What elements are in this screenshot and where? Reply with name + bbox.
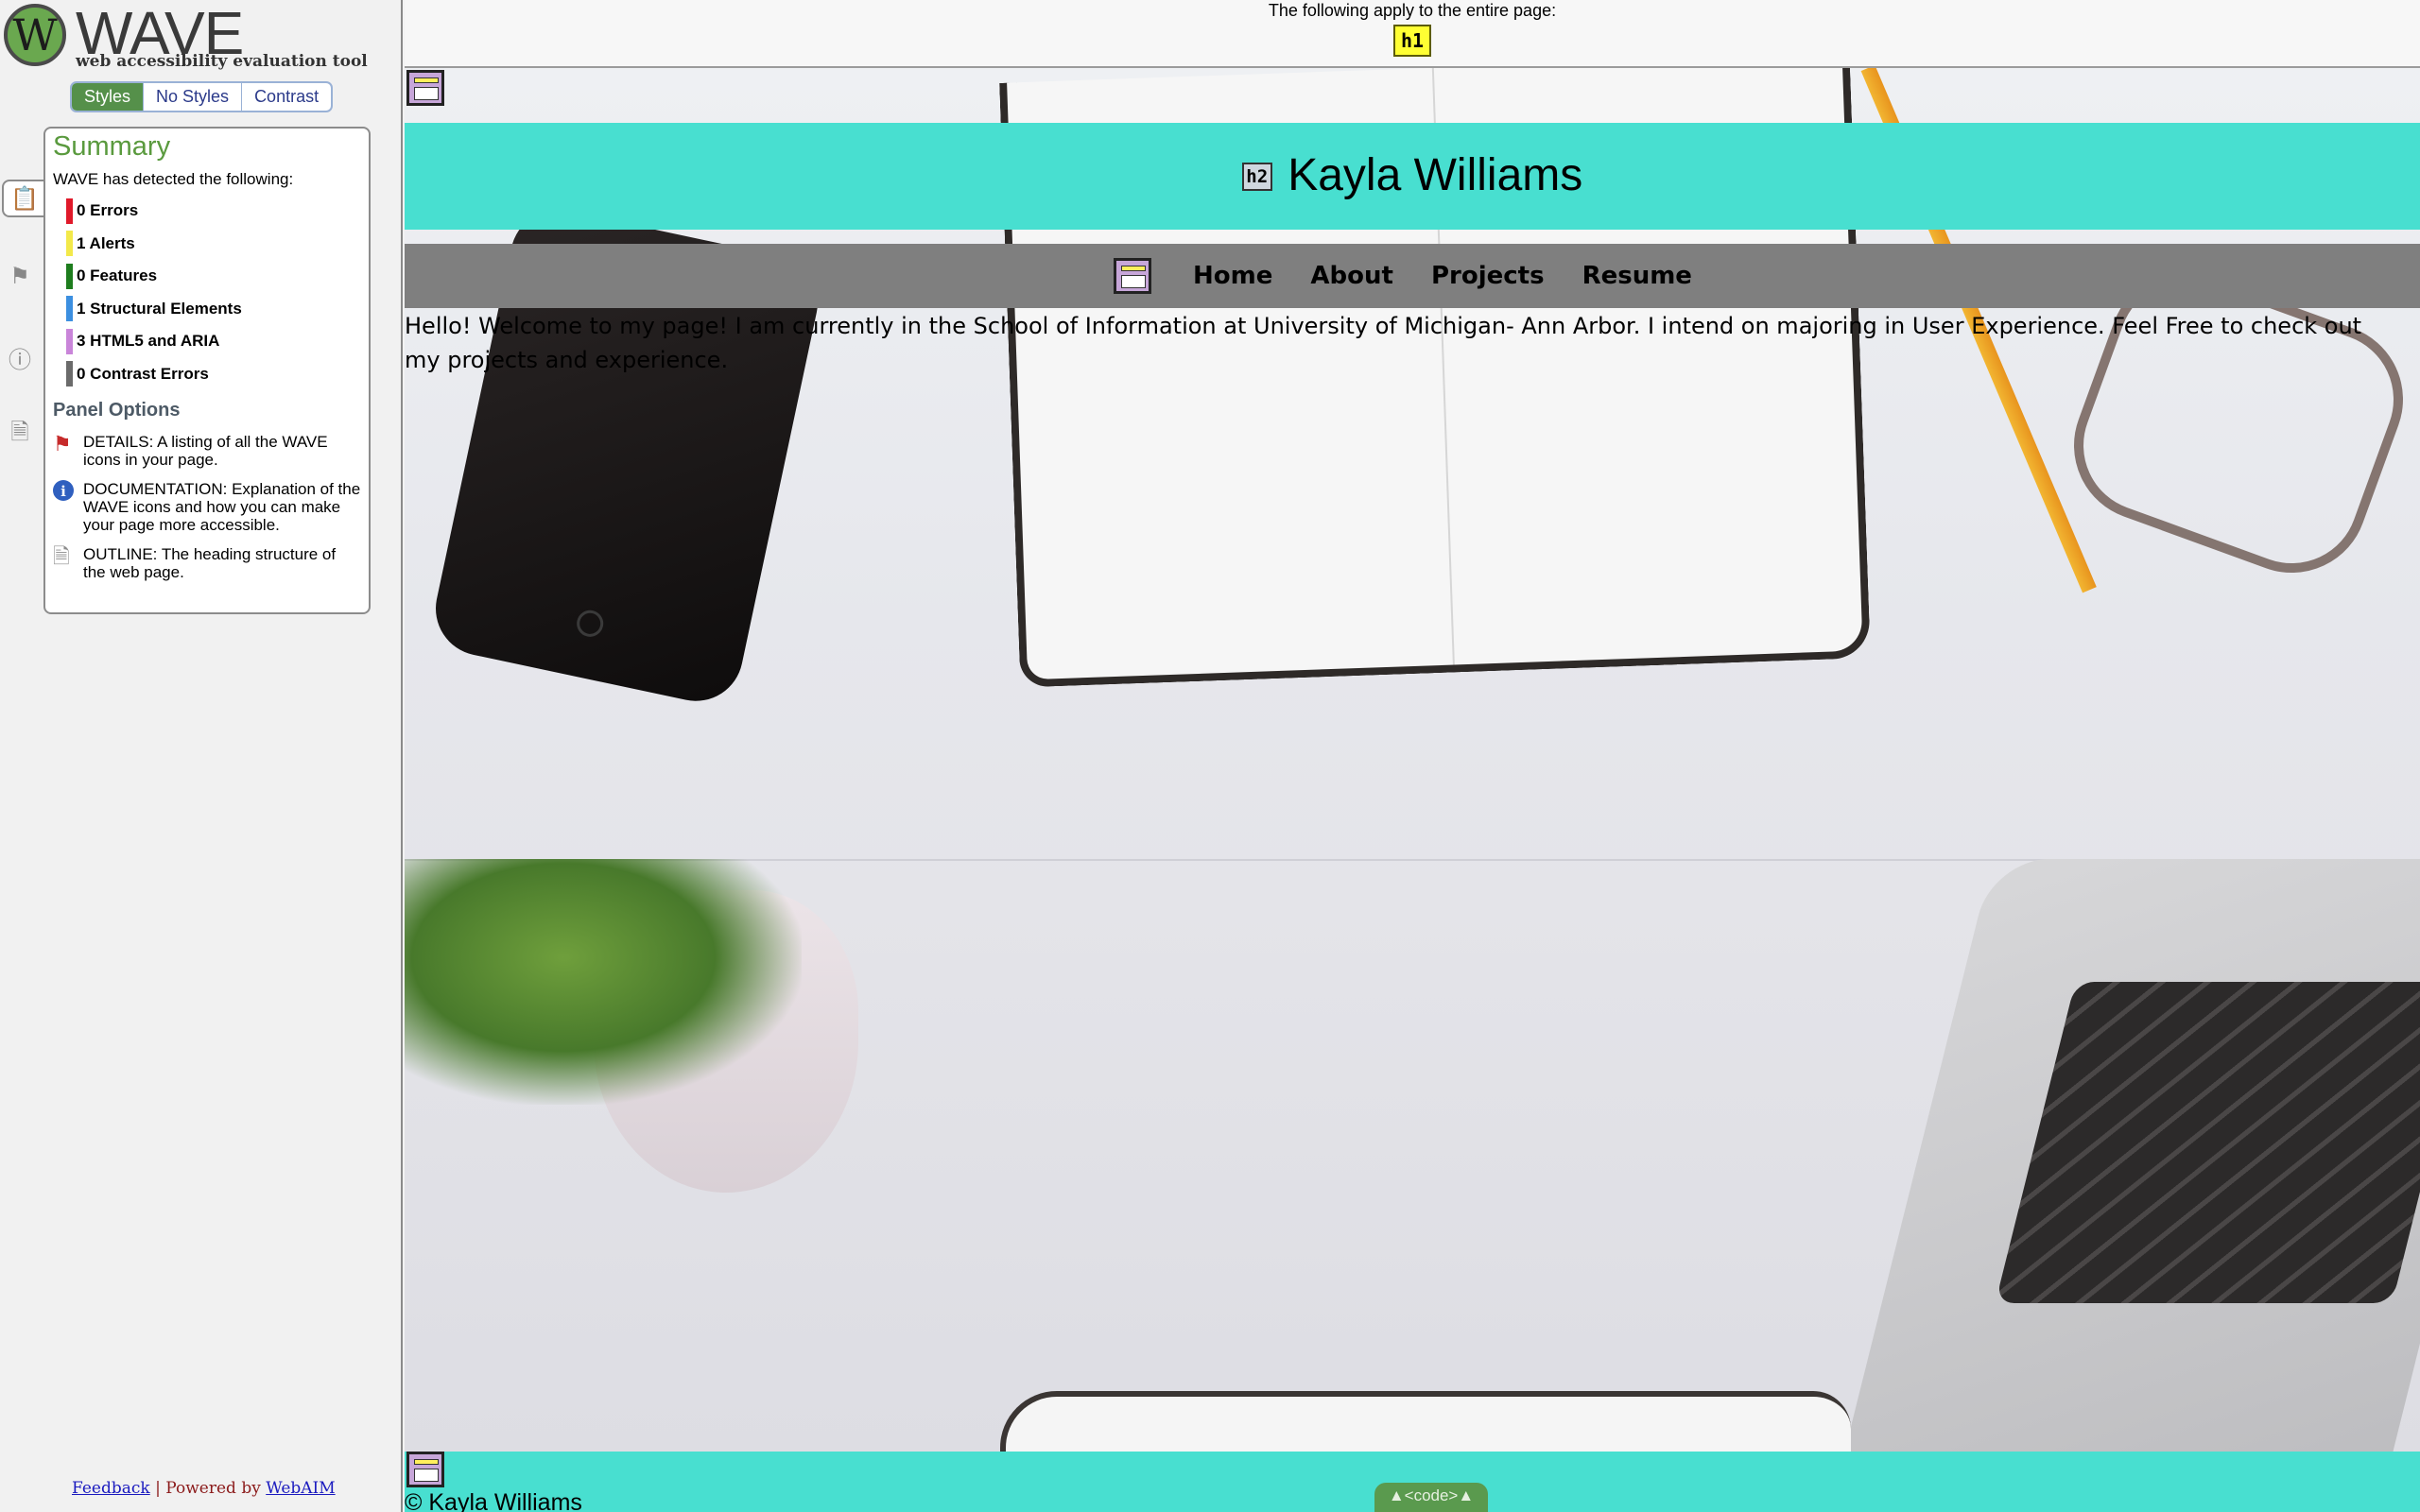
laptop-keyboard <box>1995 982 2420 1303</box>
documentation-option[interactable]: i DOCUMENTATION: Explanation of the WAVE… <box>53 480 361 534</box>
summary-label: 1 Structural Elements <box>77 299 242 318</box>
webaim-link[interactable]: WebAIM <box>266 1479 335 1498</box>
outline-option-text: OUTLINE: The heading structure of the we… <box>83 545 337 581</box>
aria-swatch <box>66 328 73 354</box>
feedback-link[interactable]: Feedback <box>72 1479 150 1498</box>
laptop-image <box>1841 859 2420 1452</box>
nav-structure-icon[interactable] <box>1114 258 1152 294</box>
wave-subtitle: web accessibility evaluation tool <box>76 52 368 71</box>
plant-image <box>405 859 802 1105</box>
details-option[interactable]: ⚑ DETAILS: A listing of all the WAVE ico… <box>53 433 361 469</box>
summary-intro: WAVE has detected the following: <box>53 170 294 188</box>
no-styles-tab[interactable]: No Styles <box>143 83 241 111</box>
document-icon[interactable]: 🗎 <box>0 416 40 454</box>
flag-icon[interactable]: ⚑ <box>0 257 40 295</box>
wave-sidebar: W WAVE web accessibility evaluation tool… <box>0 0 403 1512</box>
powered-by-text: Powered by <box>165 1479 261 1498</box>
panel-options-title: Panel Options <box>53 400 181 421</box>
summary-label: 3 HTML5 and ARIA <box>77 332 220 351</box>
summary-label: 0 Errors <box>77 201 139 220</box>
nav-home[interactable]: Home <box>1193 262 1272 290</box>
wave-logo: W <box>4 4 66 66</box>
document-icon: 🗎 <box>53 544 70 568</box>
alerts-swatch <box>66 231 73 257</box>
page-notice-text: The following apply to the entire page: <box>1268 1 1557 20</box>
documentation-option-text: DOCUMENTATION: Explanation of the WAVE i… <box>83 480 361 534</box>
wave-logo-letter: W <box>12 9 58 60</box>
clipboard-icon[interactable]: 📋 <box>2 180 45 217</box>
info-icon[interactable]: ⓘ <box>0 338 40 376</box>
errors-swatch <box>66 198 73 224</box>
summary-structural[interactable]: 1 Structural Elements <box>66 293 361 326</box>
site-title: Kayla Williams <box>1288 150 1583 200</box>
nav-about[interactable]: About <box>1310 262 1393 290</box>
summary-list: 0 Errors 1 Alerts 0 Features 1 Structura… <box>66 195 361 390</box>
nav-resume[interactable]: Resume <box>1582 262 1692 290</box>
site-footer: © Kayla Williams ▲<code>▲ <box>405 1452 2420 1512</box>
sidebar-footer: Feedback | Powered by WebAIM <box>72 1479 336 1498</box>
header-structure-icon[interactable] <box>406 70 444 106</box>
contrast-tab[interactable]: Contrast <box>241 83 331 111</box>
contrast-swatch <box>66 361 73 387</box>
site-header: h2 Kayla Williams <box>405 123 2420 230</box>
flag-icon: ⚑ <box>53 432 72 455</box>
summary-label: 0 Contrast Errors <box>77 364 209 383</box>
summary-contrast[interactable]: 0 Contrast Errors <box>66 358 361 391</box>
view-mode-tabs: Styles No Styles Contrast <box>70 81 334 112</box>
features-swatch <box>66 263 73 289</box>
structural-swatch <box>66 296 73 322</box>
site-nav: Home About Projects Resume <box>405 244 2420 308</box>
summary-errors[interactable]: 0 Errors <box>66 195 361 228</box>
summary-panel: Summary WAVE has detected the following:… <box>43 127 371 614</box>
styles-tab[interactable]: Styles <box>72 83 144 111</box>
nav-projects[interactable]: Projects <box>1431 262 1545 290</box>
intro-paragraph: Hello! Welcome to my page! I am currentl… <box>405 313 2362 373</box>
summary-features[interactable]: 0 Features <box>66 260 361 293</box>
outline-option[interactable]: 🗎 OUTLINE: The heading structure of the … <box>53 545 361 581</box>
page-notice: The following apply to the entire page: … <box>405 0 2420 68</box>
phone-button <box>574 608 606 640</box>
summary-label: 0 Features <box>77 266 158 285</box>
footer-separator: | <box>155 1479 161 1498</box>
h2-heading-icon[interactable]: h2 <box>1241 162 1272 191</box>
footer-copyright: © Kayla Williams <box>405 1489 582 1512</box>
second-notebook-image <box>1000 1391 1851 1452</box>
code-toggle-button[interactable]: ▲<code>▲ <box>1374 1483 1488 1512</box>
summary-html5-aria[interactable]: 3 HTML5 and ARIA <box>66 325 361 358</box>
summary-title: Summary <box>53 131 171 162</box>
evaluated-page: The following apply to the entire page: … <box>405 0 2420 1512</box>
details-option-text: DETAILS: A listing of all the WAVE icons… <box>83 433 328 469</box>
footer-structure-icon[interactable] <box>406 1452 444 1487</box>
info-icon: i <box>53 480 74 501</box>
h1-alert-icon[interactable]: h1 <box>1392 25 1432 57</box>
summary-alerts[interactable]: 1 Alerts <box>66 228 361 261</box>
summary-label: 1 Alerts <box>77 233 135 252</box>
